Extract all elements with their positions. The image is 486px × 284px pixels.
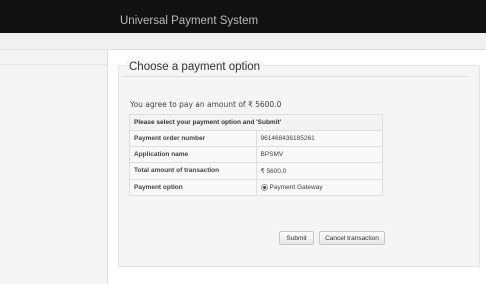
sidebar xyxy=(0,50,108,284)
table-row: Payment order number 961468436185261 xyxy=(129,130,383,147)
app-title: Universal Payment System xyxy=(120,15,259,27)
payment-details-table: Please select your payment option and 'S… xyxy=(129,114,383,197)
payment-gateway-radio[interactable] xyxy=(260,184,268,191)
main-content: Choose a payment option You agree to pay… xyxy=(108,50,486,284)
sub-navbar xyxy=(0,33,486,50)
submit-button[interactable]: Submit xyxy=(279,231,314,245)
table-row: Total amount of transaction ₹ 5600.0 xyxy=(129,162,383,180)
legend-divider xyxy=(122,76,468,77)
payment-option-panel: Choose a payment option You agree to pay… xyxy=(118,61,480,267)
row-label-payment-order: Payment order number xyxy=(129,130,257,147)
sidebar-header-strip xyxy=(0,50,107,65)
row-label-application-name: Application name xyxy=(129,146,257,163)
top-navbar: Universal Payment System xyxy=(0,0,486,33)
table-row: Payment option Payment Gateway xyxy=(129,178,383,197)
table-header-row: Please select your payment option and 'S… xyxy=(129,114,383,131)
table-header: Please select your payment option and 'S… xyxy=(129,114,383,131)
row-value-total-amount: ₹ 5600.0 xyxy=(255,162,383,180)
row-label-payment-option: Payment option xyxy=(129,178,257,197)
payment-option-cell: Payment Gateway xyxy=(255,178,383,197)
row-label-total-amount: Total amount of transaction xyxy=(129,162,257,180)
payment-gateway-label[interactable]: Payment Gateway xyxy=(270,184,323,191)
radio-selected-dot xyxy=(262,186,266,189)
cancel-transaction-button[interactable]: Cancel transaction xyxy=(319,231,385,245)
row-value-payment-order: 961468436185261 xyxy=(255,130,383,147)
panel-legend: Choose a payment option xyxy=(126,61,264,73)
table-row: Application name BPSMV xyxy=(129,146,383,163)
agree-amount-text: You agree to pay an amount of ₹ 5600.0 xyxy=(130,100,282,109)
row-value-application-name: BPSMV xyxy=(255,146,383,163)
